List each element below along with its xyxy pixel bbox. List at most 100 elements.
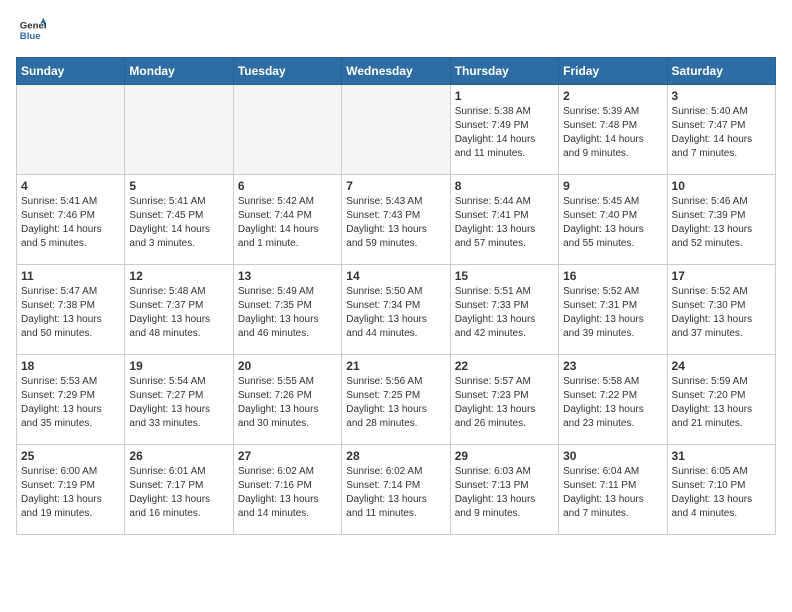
calendar-cell: 17 Sunrise: 5:52 AMSunset: 7:30 PMDayligh… xyxy=(667,265,775,355)
calendar-cell: 13 Sunrise: 5:49 AMSunset: 7:35 PMDayligh… xyxy=(233,265,341,355)
day-info: Sunrise: 5:46 AMSunset: 7:39 PMDaylight:… xyxy=(672,195,771,251)
calendar-cell: 7 Sunrise: 5:43 AMSunset: 7:43 PMDaylight… xyxy=(342,175,450,265)
day-number: 19 xyxy=(129,359,228,373)
day-number: 6 xyxy=(238,179,337,193)
calendar-week-row: 18Sunrise: 5:53 AMSunset: 7:29 PMDayligh… xyxy=(17,355,776,445)
weekday-header: Sunday xyxy=(17,58,125,85)
day-number: 23 xyxy=(563,359,662,373)
day-info: Sunrise: 5:49 AMSunset: 7:35 PMDaylight:… xyxy=(238,285,337,341)
calendar-cell: 24Sunrise: 5:59 AMSunset: 7:20 PMDayligh… xyxy=(667,355,775,445)
day-info: Sunrise: 5:44 AMSunset: 7:41 PMDaylight:… xyxy=(455,195,554,251)
day-info: Sunrise: 5:56 AMSunset: 7:25 PMDaylight:… xyxy=(346,375,445,431)
calendar-cell: 26 Sunrise: 6:01 AMSunset: 7:17 PMDayligh… xyxy=(125,445,233,535)
calendar-cell: 27 Sunrise: 6:02 AMSunset: 7:16 PMDayligh… xyxy=(233,445,341,535)
day-info: Sunrise: 5:48 AMSunset: 7:37 PMDaylight:… xyxy=(129,285,228,341)
day-info: Sunrise: 5:57 AMSunset: 7:23 PMDaylight:… xyxy=(455,375,554,431)
calendar-body: 1 Sunrise: 5:38 AMSunset: 7:49 PMDaylight… xyxy=(17,85,776,535)
day-info: Sunrise: 5:54 AMSunset: 7:27 PMDaylight:… xyxy=(129,375,228,431)
calendar-cell xyxy=(342,85,450,175)
calendar-week-row: 11Sunrise: 5:47 AMSunset: 7:38 PMDayligh… xyxy=(17,265,776,355)
calendar-week-row: 4 Sunrise: 5:41 AMSunset: 7:46 PMDaylight… xyxy=(17,175,776,265)
day-number: 29 xyxy=(455,449,554,463)
day-info: Sunrise: 5:51 AMSunset: 7:33 PMDaylight:… xyxy=(455,285,554,341)
day-number: 7 xyxy=(346,179,445,193)
calendar-cell: 18Sunrise: 5:53 AMSunset: 7:29 PMDayligh… xyxy=(17,355,125,445)
day-info: Sunrise: 5:38 AMSunset: 7:49 PMDaylight:… xyxy=(455,105,554,161)
day-info: Sunrise: 5:52 AMSunset: 7:30 PMDaylight:… xyxy=(672,285,771,341)
day-number: 4 xyxy=(21,179,120,193)
calendar-cell xyxy=(233,85,341,175)
day-number: 10 xyxy=(672,179,771,193)
calendar-week-row: 25Sunrise: 6:00 AMSunset: 7:19 PMDayligh… xyxy=(17,445,776,535)
day-number: 8 xyxy=(455,179,554,193)
page-header: General Blue xyxy=(16,16,776,49)
weekday-header: Wednesday xyxy=(342,58,450,85)
calendar-cell: 16 Sunrise: 5:52 AMSunset: 7:31 PMDayligh… xyxy=(559,265,667,355)
calendar-cell: 20 Sunrise: 5:55 AMSunset: 7:26 PMDayligh… xyxy=(233,355,341,445)
day-number: 21 xyxy=(346,359,445,373)
day-number: 16 xyxy=(563,269,662,283)
calendar-cell: 19 Sunrise: 5:54 AMSunset: 7:27 PMDayligh… xyxy=(125,355,233,445)
logo: General Blue xyxy=(16,16,46,49)
day-info: Sunrise: 6:05 AMSunset: 7:10 PMDaylight:… xyxy=(672,465,771,521)
day-info: Sunrise: 5:41 AMSunset: 7:46 PMDaylight:… xyxy=(21,195,120,251)
calendar-table: SundayMondayTuesdayWednesdayThursdayFrid… xyxy=(16,57,776,535)
day-number: 2 xyxy=(563,89,662,103)
day-info: Sunrise: 5:43 AMSunset: 7:43 PMDaylight:… xyxy=(346,195,445,251)
day-number: 13 xyxy=(238,269,337,283)
day-number: 14 xyxy=(346,269,445,283)
day-info: Sunrise: 6:01 AMSunset: 7:17 PMDaylight:… xyxy=(129,465,228,521)
day-number: 5 xyxy=(129,179,228,193)
logo-icon: General Blue xyxy=(18,16,46,44)
calendar-cell: 4 Sunrise: 5:41 AMSunset: 7:46 PMDaylight… xyxy=(17,175,125,265)
calendar-cell: 2 Sunrise: 5:39 AMSunset: 7:48 PMDaylight… xyxy=(559,85,667,175)
day-number: 3 xyxy=(672,89,771,103)
day-number: 27 xyxy=(238,449,337,463)
calendar-header-row: SundayMondayTuesdayWednesdayThursdayFrid… xyxy=(17,58,776,85)
calendar-cell: 9 Sunrise: 5:45 AMSunset: 7:40 PMDaylight… xyxy=(559,175,667,265)
calendar-cell: 6 Sunrise: 5:42 AMSunset: 7:44 PMDaylight… xyxy=(233,175,341,265)
day-info: Sunrise: 6:00 AMSunset: 7:19 PMDaylight:… xyxy=(21,465,120,521)
calendar-cell: 30 Sunrise: 6:04 AMSunset: 7:11 PMDayligh… xyxy=(559,445,667,535)
calendar-cell: 10 Sunrise: 5:46 AMSunset: 7:39 PMDayligh… xyxy=(667,175,775,265)
day-info: Sunrise: 6:04 AMSunset: 7:11 PMDaylight:… xyxy=(563,465,662,521)
day-number: 9 xyxy=(563,179,662,193)
calendar-cell: 29 Sunrise: 6:03 AMSunset: 7:13 PMDayligh… xyxy=(450,445,558,535)
calendar-cell: 1 Sunrise: 5:38 AMSunset: 7:49 PMDaylight… xyxy=(450,85,558,175)
calendar-cell: 22 Sunrise: 5:57 AMSunset: 7:23 PMDayligh… xyxy=(450,355,558,445)
calendar-cell: 31 Sunrise: 6:05 AMSunset: 7:10 PMDayligh… xyxy=(667,445,775,535)
day-number: 22 xyxy=(455,359,554,373)
day-info: Sunrise: 5:45 AMSunset: 7:40 PMDaylight:… xyxy=(563,195,662,251)
weekday-header: Monday xyxy=(125,58,233,85)
calendar-cell: 23 Sunrise: 5:58 AMSunset: 7:22 PMDayligh… xyxy=(559,355,667,445)
calendar-cell xyxy=(125,85,233,175)
day-number: 30 xyxy=(563,449,662,463)
day-info: Sunrise: 5:47 AMSunset: 7:38 PMDaylight:… xyxy=(21,285,120,341)
calendar-cell: 8 Sunrise: 5:44 AMSunset: 7:41 PMDaylight… xyxy=(450,175,558,265)
day-info: Sunrise: 6:02 AMSunset: 7:14 PMDaylight:… xyxy=(346,465,445,521)
day-info: Sunrise: 6:03 AMSunset: 7:13 PMDaylight:… xyxy=(455,465,554,521)
svg-text:Blue: Blue xyxy=(20,31,41,42)
day-number: 1 xyxy=(455,89,554,103)
calendar-cell: 3 Sunrise: 5:40 AMSunset: 7:47 PMDaylight… xyxy=(667,85,775,175)
day-info: Sunrise: 5:39 AMSunset: 7:48 PMDaylight:… xyxy=(563,105,662,161)
day-info: Sunrise: 5:50 AMSunset: 7:34 PMDaylight:… xyxy=(346,285,445,341)
day-number: 31 xyxy=(672,449,771,463)
day-number: 17 xyxy=(672,269,771,283)
day-info: Sunrise: 6:02 AMSunset: 7:16 PMDaylight:… xyxy=(238,465,337,521)
weekday-header: Friday xyxy=(559,58,667,85)
day-number: 20 xyxy=(238,359,337,373)
day-number: 18 xyxy=(21,359,120,373)
day-info: Sunrise: 5:40 AMSunset: 7:47 PMDaylight:… xyxy=(672,105,771,161)
calendar-cell: 12Sunrise: 5:48 AMSunset: 7:37 PMDayligh… xyxy=(125,265,233,355)
calendar-cell: 28Sunrise: 6:02 AMSunset: 7:14 PMDayligh… xyxy=(342,445,450,535)
day-number: 26 xyxy=(129,449,228,463)
day-info: Sunrise: 5:52 AMSunset: 7:31 PMDaylight:… xyxy=(563,285,662,341)
day-info: Sunrise: 5:58 AMSunset: 7:22 PMDaylight:… xyxy=(563,375,662,431)
day-info: Sunrise: 5:59 AMSunset: 7:20 PMDaylight:… xyxy=(672,375,771,431)
weekday-header: Thursday xyxy=(450,58,558,85)
day-number: 15 xyxy=(455,269,554,283)
day-info: Sunrise: 5:55 AMSunset: 7:26 PMDaylight:… xyxy=(238,375,337,431)
day-info: Sunrise: 5:42 AMSunset: 7:44 PMDaylight:… xyxy=(238,195,337,251)
calendar-cell: 25Sunrise: 6:00 AMSunset: 7:19 PMDayligh… xyxy=(17,445,125,535)
